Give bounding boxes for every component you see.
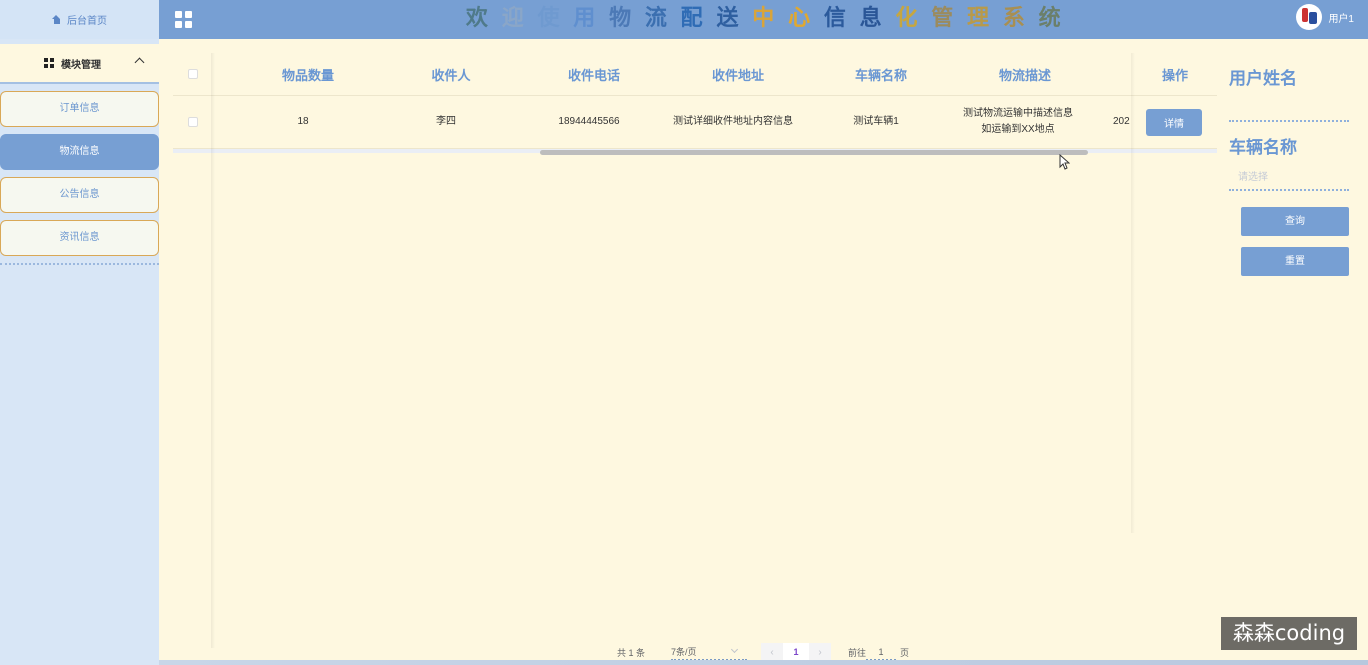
query-button[interactable]: 查询 — [1241, 207, 1349, 236]
title-char: 配 — [680, 6, 703, 31]
column-header-phone[interactable]: 收件电话 — [519, 53, 669, 95]
grid-icon — [44, 58, 54, 68]
title-char: 中 — [752, 6, 775, 31]
user-menu[interactable]: 用户1 — [1296, 4, 1354, 30]
goto-label: 前往 — [848, 647, 867, 658]
menu-toggle-icon[interactable] — [175, 11, 192, 28]
fixed-column-shadow-right — [1131, 53, 1135, 533]
page-size-value: 7条/页 — [671, 647, 697, 657]
select-all-checkbox[interactable] — [188, 69, 198, 79]
sidebar-item-news[interactable]: 资讯信息 — [0, 220, 159, 256]
goto-page-input[interactable]: 1 — [866, 643, 897, 661]
column-header-actions: 操作 — [1161, 67, 1188, 83]
home-link[interactable]: 后台首页 — [0, 0, 159, 39]
sidebar-divider — [0, 263, 159, 265]
current-page-number[interactable]: 1 — [783, 643, 810, 661]
title-char: 流 — [644, 6, 667, 31]
row-checkbox[interactable] — [188, 117, 198, 127]
fixed-column-shadow-left — [211, 53, 215, 648]
title-char: 欢 — [465, 6, 488, 31]
title-char: 送 — [716, 6, 739, 31]
title-char: 使 — [537, 6, 560, 31]
cell-date-partial: 202 — [1113, 116, 1130, 127]
logistics-table: 物品数量 收件人 收件电话 收件地址 车辆名称 物流描述 操作 18 李四 18… — [173, 53, 1217, 653]
user-name-label: 用户姓名 — [1229, 69, 1297, 88]
column-header-recipient[interactable]: 收件人 — [383, 53, 519, 95]
chevron-up-icon[interactable] — [134, 57, 145, 68]
title-char: 系 — [1002, 6, 1025, 31]
title-char: 心 — [788, 6, 811, 31]
sidebar-item-orders[interactable]: 订单信息 — [0, 91, 159, 127]
column-header-address[interactable]: 收件地址 — [669, 53, 807, 95]
column-header-vehicle[interactable]: 车辆名称 — [807, 53, 955, 95]
page-number-box: ‹ 1 › — [761, 643, 832, 661]
sidebar-item-announcements[interactable]: 公告信息 — [0, 177, 159, 213]
table-header: 物品数量 收件人 收件电话 收件地址 车辆名称 物流描述 操作 — [173, 53, 1217, 96]
user-name-input[interactable] — [1229, 96, 1349, 122]
cell-vehicle: 测试车辆1 — [853, 116, 899, 127]
title-char: 用 — [573, 6, 596, 31]
chevron-down-icon — [730, 645, 739, 654]
pagination-total: 共 1 条 — [617, 647, 646, 658]
next-page-button[interactable]: › — [809, 647, 831, 658]
vehicle-name-label: 车辆名称 — [1229, 138, 1297, 157]
title-char: 管 — [931, 6, 954, 31]
title-char: 迎 — [501, 6, 524, 31]
pagination: 共 1 条 7条/页 ‹ 1 › 前往 1 页 — [617, 643, 909, 661]
watermark: 森森coding — [1221, 617, 1357, 650]
column-header-quantity[interactable]: 物品数量 — [233, 53, 383, 95]
home-icon — [52, 15, 61, 24]
detail-button[interactable]: 详情 — [1146, 108, 1202, 136]
table-row: 18 李四 18944445566 测试详细收件地址内容信息 测试车辆1 测试物… — [173, 96, 1217, 149]
title-char: 物 — [609, 6, 632, 31]
vehicle-name-select[interactable]: 请选择 — [1229, 165, 1349, 191]
select-all-cell — [173, 53, 213, 95]
row-select-cell — [173, 96, 213, 148]
search-panel: 用户姓名 车辆名称 请选择 查询 重置 — [1229, 62, 1349, 276]
prev-page-button[interactable]: ‹ — [761, 647, 783, 658]
cell-recipient: 李四 — [436, 116, 456, 127]
horizontal-scrollbar[interactable] — [540, 150, 1088, 155]
page-suffix: 页 — [900, 647, 910, 658]
title-char: 理 — [967, 6, 990, 31]
sidebar: 后台首页 模块管理 订单信息 物流信息 公告信息 资讯信息 — [0, 0, 159, 665]
page-title: 欢迎使用物流配送中心信息化管理系统 — [459, 4, 1068, 34]
bottom-strip — [159, 660, 1368, 665]
home-label: 后台首页 — [67, 16, 107, 27]
reset-button[interactable]: 重置 — [1241, 247, 1349, 276]
avatar[interactable] — [1296, 4, 1323, 30]
user-name: 用户1 — [1328, 13, 1354, 25]
title-char: 信 — [823, 6, 846, 31]
cell-description: 测试物流运输中描述信息 如运输到XX地点 — [963, 108, 1073, 135]
sidebar-item-logistics[interactable]: 物流信息 — [0, 134, 159, 170]
column-header-description[interactable]: 物流描述 — [955, 53, 1095, 95]
cell-phone: 18944445566 — [558, 116, 620, 127]
page-size-select[interactable]: 7条/页 — [671, 643, 748, 661]
detail-cell: 详情 — [1146, 96, 1202, 148]
cell-address: 测试详细收件地址内容信息 — [673, 116, 793, 127]
top-header: 欢迎使用物流配送中心信息化管理系统 用户1 — [159, 0, 1368, 39]
title-char: 统 — [1038, 6, 1061, 31]
title-char: 息 — [859, 6, 882, 31]
module-label: 模块管理 — [61, 59, 101, 71]
module-management-menu[interactable]: 模块管理 — [0, 44, 159, 84]
title-char: 化 — [895, 6, 918, 31]
cell-quantity: 18 — [297, 116, 309, 127]
